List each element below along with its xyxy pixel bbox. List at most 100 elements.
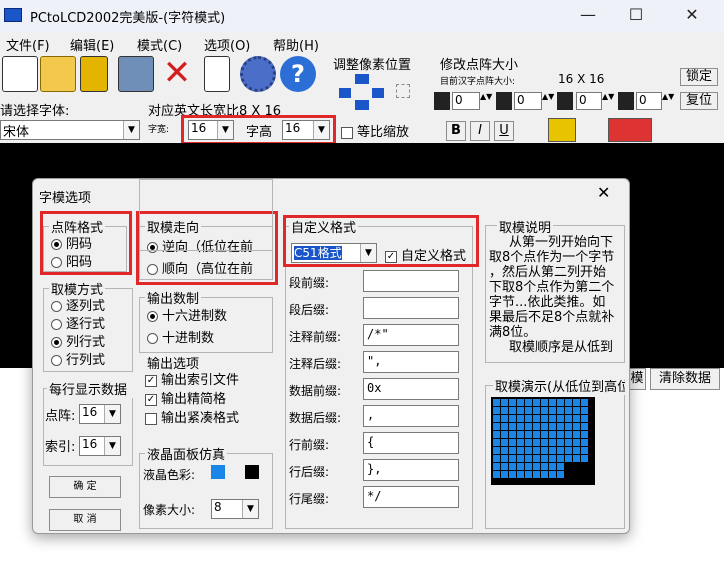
open-folder-icon[interactable] xyxy=(40,56,76,92)
checkbox-tight[interactable]: 输出紧凑格式 xyxy=(145,407,271,426)
move-left-icon[interactable] xyxy=(339,88,351,98)
explain-text: 从第一列开始向下 取8个点作为一个字节 ，然后从第二列开始 下取8个点作为第二个… xyxy=(489,235,623,359)
highlight-box-size xyxy=(181,115,336,145)
comment-prefix-input[interactable]: /*" xyxy=(363,324,459,346)
spin-arrows-icon[interactable]: ▲▼ xyxy=(480,92,492,110)
comment-suffix-input[interactable]: ", xyxy=(363,351,459,373)
dialog-close-icon[interactable]: ✕ xyxy=(597,183,610,202)
flip-icon[interactable] xyxy=(608,118,652,142)
radio-column-row[interactable]: 列行式 xyxy=(51,331,105,350)
radio-icon[interactable] xyxy=(51,301,62,312)
underline-button[interactable]: U xyxy=(494,121,514,141)
equal-scale-checkbox[interactable]: 等比缩放 xyxy=(341,121,409,140)
menu-mode[interactable]: 模式(C) xyxy=(137,35,182,54)
demo-pixel xyxy=(501,439,508,446)
export-icon[interactable] xyxy=(118,56,154,92)
chevron-down-icon[interactable]: ▼ xyxy=(104,405,120,423)
radio-row[interactable]: 逐行式 xyxy=(51,313,105,332)
new-file-icon[interactable] xyxy=(2,56,38,92)
menu-options[interactable]: 选项(O) xyxy=(204,35,250,54)
checkbox-icon[interactable] xyxy=(341,126,353,139)
settings-gear-icon[interactable] xyxy=(240,56,276,92)
italic-button[interactable]: I xyxy=(470,121,490,141)
center-icon[interactable] xyxy=(396,84,410,98)
checkbox-label: 输出精简格 xyxy=(161,392,227,407)
radio-hex[interactable]: 十六进制数 xyxy=(147,305,227,324)
menu-file[interactable]: 文件(F) xyxy=(6,35,50,54)
checkbox-compact[interactable]: ✓ 输出精简格 xyxy=(145,388,226,407)
bold-button[interactable]: B xyxy=(446,121,466,141)
font-select-label: 请选择字体: xyxy=(0,104,70,119)
ok-button[interactable]: 确 定 xyxy=(49,476,121,498)
lock-button[interactable]: 锁定 xyxy=(680,68,718,86)
rotate-icon[interactable] xyxy=(548,118,576,142)
data-prefix-input[interactable]: 0x xyxy=(363,378,459,400)
menu-help[interactable]: 帮助(H) xyxy=(273,35,319,54)
demo-pixel xyxy=(557,399,564,406)
maximize-button[interactable]: ☐ xyxy=(612,0,660,32)
pixel-size-label: 像素大小: xyxy=(143,503,196,517)
save-icon[interactable] xyxy=(80,56,108,92)
demo-pixel xyxy=(493,407,500,414)
lcd-off-color-swatch[interactable] xyxy=(245,465,259,479)
notes-icon[interactable] xyxy=(204,56,230,92)
size-bottom-spin[interactable]: 0 xyxy=(636,92,662,110)
restore-button[interactable]: 复位 xyxy=(680,92,718,110)
size-right-spin[interactable]: 0 xyxy=(576,92,602,110)
demo-pixel xyxy=(557,423,564,430)
font-select[interactable]: 宋体 ▼ xyxy=(0,120,140,140)
line-suffix-input[interactable]: }, xyxy=(363,459,459,481)
checkbox-index-file[interactable]: ✓ 输出索引文件 xyxy=(145,369,239,388)
size-left-spin[interactable]: 0 xyxy=(452,92,480,110)
radio-icon[interactable] xyxy=(51,355,62,366)
move-down-icon[interactable] xyxy=(355,100,369,110)
spin-arrows-icon[interactable]: ▲▼ xyxy=(602,92,614,110)
size-top-spin[interactable]: 0 xyxy=(514,92,542,110)
radio-icon[interactable] xyxy=(51,319,62,330)
line-end-input[interactable]: */ xyxy=(363,486,459,508)
radio-column[interactable]: 逐列式 xyxy=(51,295,105,314)
radio-icon[interactable] xyxy=(147,311,158,322)
checkbox-icon[interactable]: ✓ xyxy=(145,374,157,387)
chevron-down-icon[interactable]: ▼ xyxy=(242,500,258,518)
minimize-button[interactable]: — xyxy=(564,0,612,32)
spin-arrows-icon[interactable]: ▲▼ xyxy=(542,92,554,110)
data-suffix-input[interactable]: , xyxy=(363,405,459,427)
pixel-size-select[interactable]: 8 ▼ xyxy=(211,499,259,519)
move-up-icon[interactable] xyxy=(355,74,369,84)
radio-decimal[interactable]: 十进制数 xyxy=(147,327,214,346)
demo-pixel xyxy=(557,415,564,422)
index-count-select[interactable]: 16 ▼ xyxy=(79,436,121,456)
seg-suffix-input[interactable] xyxy=(363,297,459,319)
radio-icon[interactable] xyxy=(147,333,158,344)
demo-pixel xyxy=(509,415,516,422)
spin-arrows-icon[interactable]: ▲▼ xyxy=(662,92,674,110)
line-prefix-input[interactable]: { xyxy=(363,432,459,454)
demo-pixel xyxy=(501,407,508,414)
seg-prefix-input[interactable] xyxy=(363,270,459,292)
lcd-on-color-swatch[interactable] xyxy=(211,465,225,479)
dialog-title: 字模选项 xyxy=(39,191,92,206)
cancel-button[interactable]: 取 消 xyxy=(49,509,121,531)
checkbox-icon[interactable] xyxy=(145,412,157,425)
clear-data-button[interactable]: 清除数据 xyxy=(650,368,720,390)
chevron-down-icon[interactable]: ▼ xyxy=(104,437,120,455)
dot-count-select[interactable]: 16 ▼ xyxy=(79,404,121,424)
radio-label: 十进制数 xyxy=(162,331,215,346)
checkbox-icon[interactable]: ✓ xyxy=(145,393,157,406)
demo-pixel xyxy=(541,447,548,454)
close-window-button[interactable]: ✕ xyxy=(668,0,716,32)
help-icon[interactable]: ? xyxy=(280,56,316,92)
delete-icon[interactable]: ✕ xyxy=(160,56,194,92)
demo-pixel xyxy=(517,463,524,470)
partial-button[interactable]: 模 xyxy=(628,368,646,390)
field-label-seg-suffix: 段后缀: xyxy=(289,303,330,317)
radio-icon[interactable] xyxy=(51,337,62,348)
menu-edit[interactable]: 编辑(E) xyxy=(70,35,114,54)
demo-pixel xyxy=(573,399,580,406)
move-right-icon[interactable] xyxy=(372,88,384,98)
chevron-down-icon[interactable]: ▼ xyxy=(123,121,139,139)
demo-pixel xyxy=(581,471,588,478)
radio-row-column[interactable]: 行列式 xyxy=(51,349,105,368)
demo-pixel xyxy=(565,407,572,414)
